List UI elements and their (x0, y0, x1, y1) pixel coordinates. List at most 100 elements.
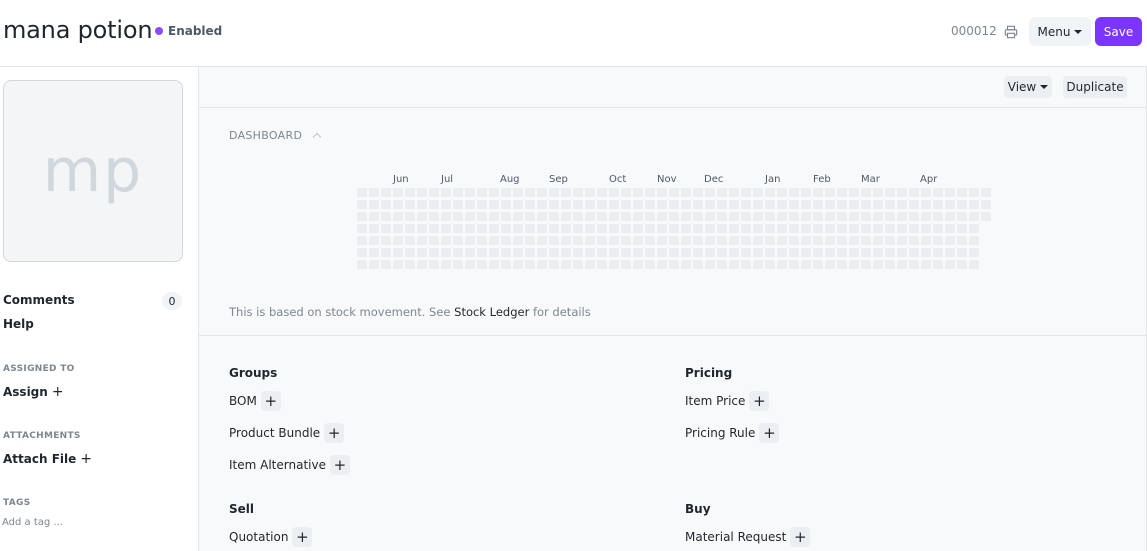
heatmap-cell (429, 248, 439, 257)
menu-button[interactable]: Menu (1029, 17, 1091, 46)
heatmap-cell (873, 188, 883, 197)
heatmap-cell (489, 224, 499, 233)
heatmap-cell (705, 236, 715, 245)
heatmap-cell (885, 260, 895, 269)
heatmap-cell (729, 188, 739, 197)
add-item-price-button[interactable]: + (749, 391, 770, 411)
heatmap-month-label: Nov (657, 174, 677, 185)
heatmap-cell (441, 200, 451, 209)
heatmap-cell (825, 188, 835, 197)
heatmap-cell (885, 248, 895, 257)
heatmap-cell (537, 200, 547, 209)
save-button[interactable]: Save (1095, 17, 1142, 46)
add-material-request-button[interactable]: + (790, 527, 811, 547)
help-link[interactable]: Help (3, 317, 34, 331)
add-quotation-button[interactable]: + (292, 527, 313, 547)
heatmap-cell (777, 200, 787, 209)
add-bom-button[interactable]: + (260, 391, 281, 411)
printer-icon[interactable] (1004, 24, 1020, 40)
heatmap-cell (609, 260, 619, 269)
heatmap-cell (885, 212, 895, 221)
heatmap-cell (669, 260, 679, 269)
heatmap-cell (753, 188, 763, 197)
heatmap-cell (465, 200, 475, 209)
heatmap-cell (645, 188, 655, 197)
heatmap-cell (945, 260, 955, 269)
view-button[interactable]: View (1004, 76, 1052, 98)
assign-button[interactable]: Assign + (3, 384, 64, 400)
add-product-bundle-button[interactable]: + (324, 423, 345, 443)
link-bom[interactable]: BOM + (229, 391, 281, 411)
heatmap-cell (585, 188, 595, 197)
link-item-price[interactable]: Item Price + (685, 391, 770, 411)
heatmap-cell (969, 212, 979, 221)
stock-heatmap: Jun Jul Aug Sep Oct Nov Dec Jan Feb Mar Apr (357, 172, 997, 272)
avatar[interactable]: mp (3, 80, 183, 262)
link-quotation[interactable]: Quotation + (229, 527, 313, 547)
heatmap-cell (357, 200, 367, 209)
dashboard-toggle[interactable]: DASHBOARD (229, 129, 322, 142)
heatmap-cell (777, 248, 787, 257)
heatmap-cell (465, 236, 475, 245)
add-tag-input[interactable]: Add a tag ... (2, 517, 63, 528)
link-item-alternative[interactable]: Item Alternative + (229, 455, 350, 475)
plus-icon: + (80, 451, 92, 467)
heatmap-cell (405, 212, 415, 221)
heatmap-cell (573, 248, 583, 257)
heatmap-cell (921, 248, 931, 257)
heatmap-cell (501, 236, 511, 245)
link-label: Material Request (685, 530, 787, 544)
heatmap-cell (885, 188, 895, 197)
heatmap-cell (825, 236, 835, 245)
heatmap-cell (849, 260, 859, 269)
menu-button-label: Menu (1037, 24, 1071, 39)
heatmap-cell (597, 260, 607, 269)
add-item-alternative-button[interactable]: + (329, 455, 350, 475)
heatmap-cell (549, 224, 559, 233)
heatmap-cell (777, 260, 787, 269)
heatmap-cell (669, 224, 679, 233)
note-suffix: for details (529, 305, 591, 319)
heatmap-cell (717, 200, 727, 209)
heatmap-cell (717, 224, 727, 233)
heatmap-cell (813, 260, 823, 269)
heatmap-cell (765, 248, 775, 257)
heatmap-cell (513, 248, 523, 257)
heatmap-cell (873, 212, 883, 221)
heatmap-cell (945, 200, 955, 209)
heatmap-cell (549, 260, 559, 269)
heatmap-cell (669, 212, 679, 221)
heatmap-cell (549, 236, 559, 245)
heatmap-cell (597, 236, 607, 245)
heatmap-cell (777, 188, 787, 197)
heatmap-cell (417, 236, 427, 245)
heatmap-cell (561, 236, 571, 245)
heatmap-cell (861, 236, 871, 245)
duplicate-button[interactable]: Duplicate (1063, 76, 1127, 98)
heatmap-cell (525, 188, 535, 197)
heatmap-cell (969, 188, 979, 197)
heatmap-cell (789, 200, 799, 209)
link-material-request[interactable]: Material Request + (685, 527, 811, 547)
heatmap-cell (369, 236, 379, 245)
link-pricing-rule[interactable]: Pricing Rule + (685, 423, 780, 443)
heatmap-cell (573, 236, 583, 245)
heatmap-cell (381, 200, 391, 209)
heatmap-cell (933, 188, 943, 197)
heatmap-cell (801, 212, 811, 221)
add-pricing-rule-button[interactable]: + (759, 423, 780, 443)
heatmap-cell (729, 224, 739, 233)
link-product-bundle[interactable]: Product Bundle + (229, 423, 345, 443)
heatmap-cell (969, 248, 979, 257)
heatmap-cell (453, 260, 463, 269)
attach-file-button[interactable]: Attach File + (3, 451, 92, 467)
heatmap-cell (477, 224, 487, 233)
comments-link[interactable]: Comments (3, 293, 75, 307)
heatmap-cell (477, 236, 487, 245)
heatmap-cell (369, 188, 379, 197)
heatmap-cell (573, 212, 583, 221)
heatmap-cell (849, 188, 859, 197)
stock-ledger-link[interactable]: Stock Ledger (454, 305, 529, 319)
heatmap-cell (549, 188, 559, 197)
buy-title: Buy (685, 502, 711, 516)
